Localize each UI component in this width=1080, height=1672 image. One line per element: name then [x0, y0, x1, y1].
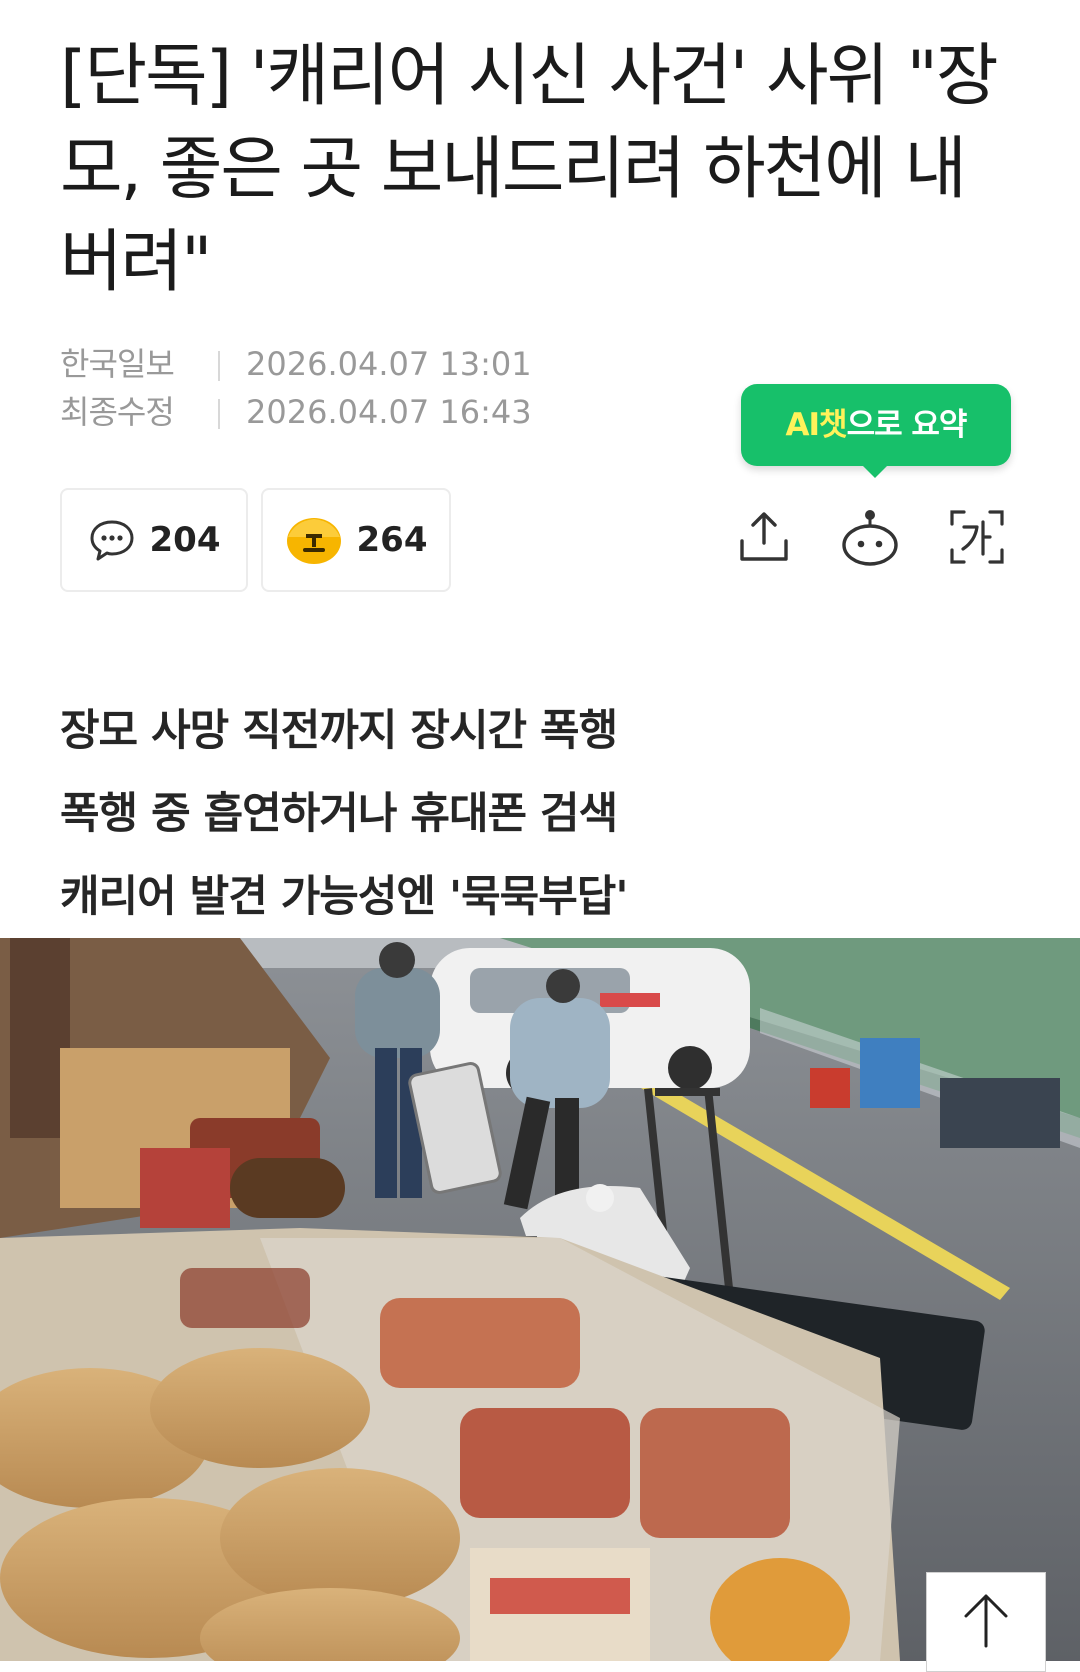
scroll-to-top-button[interactable] — [926, 1572, 1046, 1672]
arrow-up-icon — [958, 1590, 1014, 1654]
tooltip-tail — [861, 464, 889, 478]
comment-count: 204 — [149, 520, 221, 560]
ai-summary-highlight: AI챗 — [785, 407, 848, 443]
modified-row: 최종수정 2026.04.07 16:43 — [60, 388, 532, 436]
robot-icon[interactable] — [838, 505, 902, 569]
published-date: 2026.04.07 13:01 — [246, 345, 532, 383]
published-row: 한국일보 2026.04.07 13:01 — [60, 340, 532, 388]
subheading: 장모 사망 직전까지 장시간 폭행 — [60, 706, 618, 756]
speech-bubble-icon — [88, 518, 136, 562]
modified-label: 최종수정 — [60, 393, 175, 431]
article-meta: 한국일보 2026.04.07 13:01 최종수정 2026.04.07 16:4… — [60, 340, 532, 436]
comments-button[interactable]: 204 — [60, 488, 248, 592]
subheading: 폭행 중 흡연하거나 휴대폰 검색 — [60, 789, 618, 839]
modified-date: 2026.04.07 16:43 — [246, 393, 532, 431]
article-title: [단독] '캐리어 시신 사건' 사위 "장모, 좋은 곳 보내드리려 하천에 … — [60, 37, 999, 302]
share-icon[interactable] — [732, 505, 796, 569]
subheading: 캐리어 발견 가능성엔 '묵묵부답' — [60, 872, 629, 922]
ai-summary-text: 으로 요약 — [846, 407, 968, 443]
reactions-button[interactable]: 264 — [261, 488, 451, 592]
font-size-icon[interactable] — [945, 505, 1009, 569]
ai-summary-tooltip[interactable]: AI챗으로 요약 — [741, 384, 1011, 478]
divider — [218, 351, 220, 381]
market-cctv-image — [0, 938, 1080, 1661]
article-subheadings: 장모 사망 직전까지 장시간 폭행 폭행 중 흡연하거나 휴대폰 검색 캐리어 … — [60, 690, 1020, 939]
divider — [218, 399, 220, 429]
article-photo — [0, 938, 1080, 1661]
reaction-count: 264 — [356, 520, 428, 560]
emoji-face-icon — [285, 515, 343, 565]
publisher-name[interactable]: 한국일보 — [60, 340, 190, 388]
